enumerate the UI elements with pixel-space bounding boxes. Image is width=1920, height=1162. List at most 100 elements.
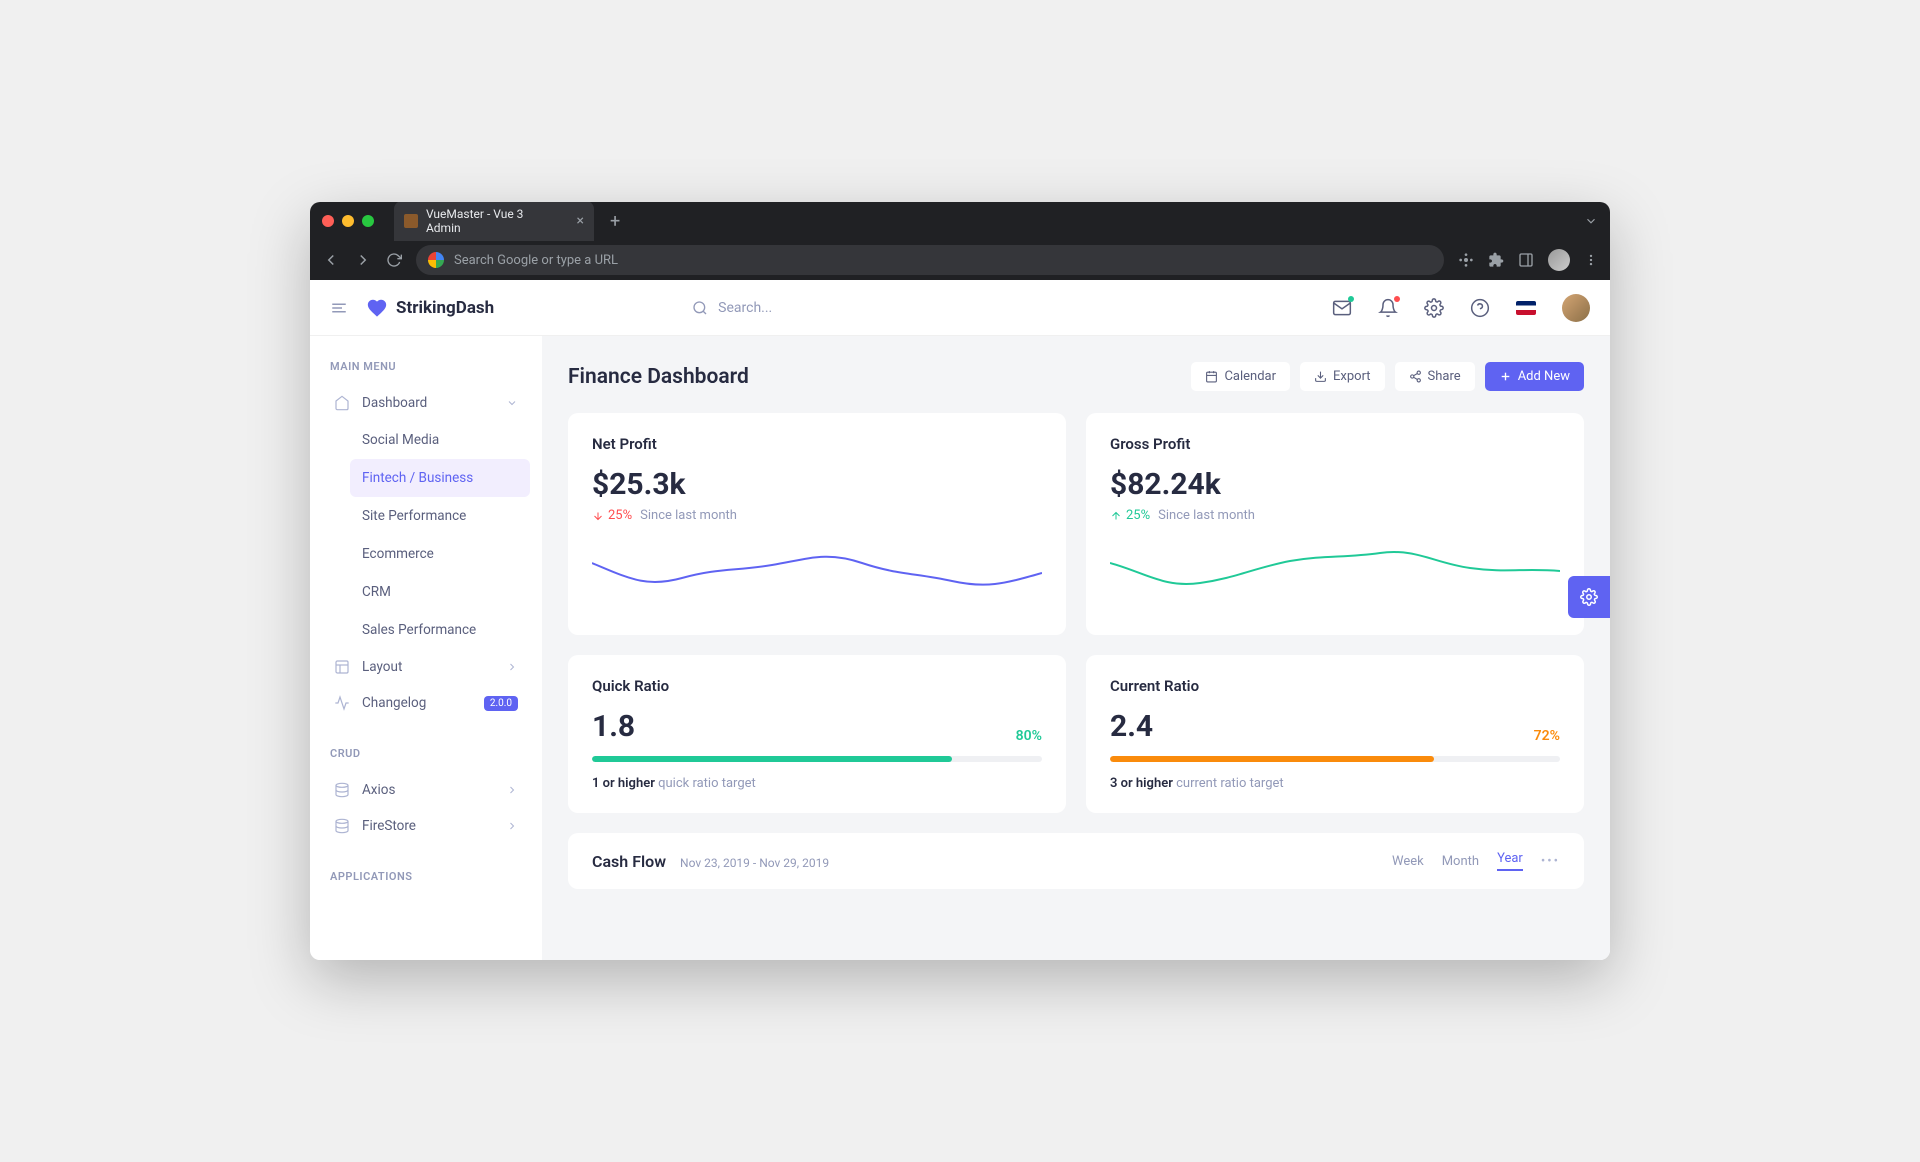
export-button[interactable]: Export	[1300, 362, 1385, 391]
sidebar-item-changelog[interactable]: Changelog 2.0.0	[322, 685, 530, 721]
tab-year[interactable]: Year	[1497, 851, 1523, 871]
tab-title: VueMaster - Vue 3 Admin	[426, 207, 561, 235]
card-title: Net Profit	[592, 435, 1042, 453]
traffic-lights	[322, 215, 374, 227]
window-close[interactable]	[322, 215, 334, 227]
sidebar-item-axios[interactable]: Axios	[322, 772, 530, 808]
help-button[interactable]	[1470, 298, 1490, 318]
profile-avatar[interactable]	[1548, 249, 1570, 271]
sidebar-item-social[interactable]: Social Media	[350, 421, 530, 459]
menu-toggle-icon[interactable]	[330, 299, 348, 317]
browser-window: VueMaster - Vue 3 Admin × + Search Googl…	[310, 202, 1610, 960]
progress-fill	[592, 756, 952, 762]
card-value: $82.24k	[1110, 467, 1560, 502]
card-title: Quick Ratio	[592, 677, 1042, 695]
calendar-icon	[1205, 370, 1218, 383]
sidebar-label: Fintech / Business	[362, 470, 473, 486]
sidebar-label: Site Performance	[362, 508, 466, 524]
card-value: 1.8	[592, 709, 635, 744]
chevron-right-icon	[506, 820, 518, 832]
database-icon	[334, 782, 350, 798]
sidebar-item-firestore[interactable]: FireStore	[322, 808, 530, 844]
kebab-icon[interactable]	[1584, 253, 1598, 267]
google-icon	[428, 252, 444, 268]
sidebar-item-fintech[interactable]: Fintech / Business	[350, 459, 530, 497]
sidebar-label: Layout	[362, 659, 402, 675]
puzzle-icon[interactable]	[1488, 252, 1504, 268]
search-icon	[692, 300, 708, 316]
mail-button[interactable]	[1332, 298, 1352, 318]
sidebar-item-crm[interactable]: CRM	[350, 573, 530, 611]
card-value: 2.4	[1110, 709, 1153, 744]
card-title: Current Ratio	[1110, 677, 1560, 695]
forward-button[interactable]	[354, 251, 372, 269]
share-button[interactable]: Share	[1395, 362, 1475, 391]
brand-logo-icon	[366, 297, 388, 319]
sparkline-chart	[592, 533, 1042, 613]
notifications-button[interactable]	[1378, 298, 1398, 318]
sidebar-item-site[interactable]: Site Performance	[350, 497, 530, 535]
window-minimize[interactable]	[342, 215, 354, 227]
sidebar-item-sales[interactable]: Sales Performance	[350, 611, 530, 649]
target-bold: 3 or higher	[1110, 776, 1173, 791]
arrow-down-icon	[592, 510, 604, 522]
help-icon	[1470, 298, 1490, 318]
search-placeholder: Search...	[718, 300, 772, 316]
user-avatar[interactable]	[1562, 294, 1590, 322]
card-percent: 72%	[1534, 728, 1560, 744]
target-muted: current ratio target	[1176, 776, 1284, 791]
browser-tab[interactable]: VueMaster - Vue 3 Admin ×	[394, 202, 594, 241]
reload-button[interactable]	[386, 252, 402, 268]
target-bold: 1 or higher	[592, 776, 655, 791]
language-flag[interactable]	[1516, 301, 1536, 315]
extension-icon[interactable]	[1458, 252, 1474, 268]
brand[interactable]: StrikingDash	[366, 297, 494, 319]
close-icon[interactable]: ×	[577, 213, 584, 229]
trend-down: 25%	[592, 508, 632, 523]
card-title: Gross Profit	[1110, 435, 1560, 453]
card-percent: 80%	[1016, 728, 1042, 744]
sidebar-item-ecommerce[interactable]: Ecommerce	[350, 535, 530, 573]
sidebar-item-layout[interactable]: Layout	[322, 649, 530, 685]
favicon-icon	[404, 214, 418, 228]
trend-up: 25%	[1110, 508, 1150, 523]
sidebar-item-dashboard[interactable]: Dashboard	[322, 385, 530, 421]
activity-icon	[334, 695, 350, 711]
tab-week[interactable]: Week	[1392, 854, 1424, 869]
change-value: 25%	[608, 508, 632, 523]
download-icon	[1314, 370, 1327, 383]
sidebar-label: CRM	[362, 584, 391, 600]
more-icon[interactable]: •••	[1541, 854, 1560, 869]
card-current-ratio: Current Ratio 2.4 72% 3 or higher curren…	[1086, 655, 1584, 813]
settings-button[interactable]	[1424, 298, 1444, 318]
tab-month[interactable]: Month	[1442, 854, 1479, 869]
change-value: 25%	[1126, 508, 1150, 523]
add-new-button[interactable]: Add New	[1485, 362, 1584, 391]
new-tab-button[interactable]: +	[610, 211, 620, 232]
sidebar-section-label: APPLICATIONS	[330, 870, 522, 883]
browser-chrome: VueMaster - Vue 3 Admin × + Search Googl…	[310, 202, 1610, 280]
sidebar-label: Social Media	[362, 432, 439, 448]
back-button[interactable]	[322, 251, 340, 269]
button-label: Share	[1428, 369, 1461, 384]
address-bar[interactable]: Search Google or type a URL	[416, 245, 1444, 275]
card-net-profit: Net Profit $25.3k 25% Since last month	[568, 413, 1066, 635]
button-label: Export	[1333, 369, 1371, 384]
app: StrikingDash Search...	[310, 280, 1610, 960]
status-dot-icon	[1394, 296, 1400, 302]
search-input[interactable]: Search...	[692, 300, 772, 316]
app-header: StrikingDash Search...	[310, 280, 1610, 336]
window-maximize[interactable]	[362, 215, 374, 227]
page-title: Finance Dashboard	[568, 365, 749, 389]
status-dot-icon	[1348, 296, 1354, 302]
gear-icon	[1580, 588, 1598, 606]
button-label: Add New	[1518, 369, 1570, 384]
tabs-menu-icon[interactable]	[1584, 214, 1598, 228]
version-badge: 2.0.0	[484, 696, 518, 711]
calendar-button[interactable]: Calendar	[1191, 362, 1290, 391]
panel-icon[interactable]	[1518, 252, 1534, 268]
sidebar-label: Sales Performance	[362, 622, 476, 638]
floating-settings-button[interactable]	[1568, 576, 1610, 618]
chevron-right-icon	[506, 661, 518, 673]
progress-fill	[1110, 756, 1434, 762]
